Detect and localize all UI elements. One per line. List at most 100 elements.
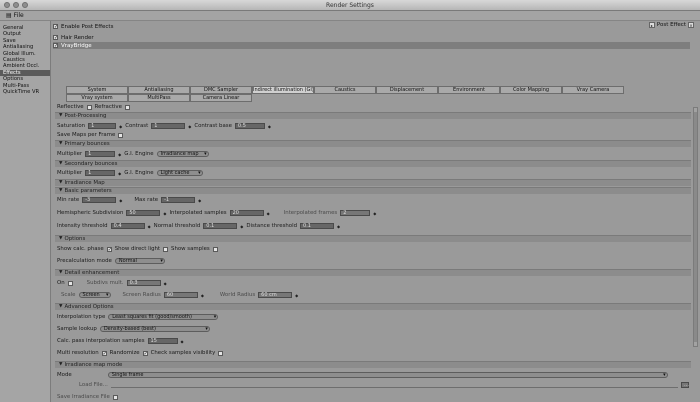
subdivs-mult-spinner-icon[interactable]: ◆: [164, 281, 167, 286]
gi-settings-panel: Reflective Refractive ▼ Post-Processing …: [53, 103, 693, 402]
hair-render-checkbox[interactable]: [53, 35, 58, 40]
interp-type-dropdown[interactable]: Least squares fit (good/smooth): [108, 314, 219, 320]
post-effect-menu[interactable]: ▸ Post Effect ×: [648, 22, 694, 28]
tab-camera-linear[interactable]: Camera Linear: [190, 94, 252, 102]
irradiance-map-header[interactable]: ▼ Irradiance Map: [55, 179, 691, 186]
effect-item-hair-render[interactable]: Hair Render: [53, 34, 690, 41]
multi-res-row: Multi resolution Randomize Check samples…: [57, 349, 224, 357]
saturation-spinner-icon[interactable]: ◆: [119, 124, 122, 129]
enable-post-effects-row[interactable]: Enable Post Effects: [53, 23, 690, 30]
contrast-spinner-icon[interactable]: ◆: [188, 124, 191, 129]
detail-enhancement-header[interactable]: ▼ Detail enhancement: [55, 269, 691, 276]
multiplier-label: Multiplier: [57, 170, 83, 176]
subdivs-mult-field[interactable]: 0.3: [126, 280, 161, 286]
post-processing-header[interactable]: ▼ Post-Processing: [55, 112, 691, 119]
calc-pass-field[interactable]: 15: [147, 338, 178, 344]
max-rate-field[interactable]: -1: [161, 197, 196, 203]
max-rate-spinner-icon[interactable]: ◆: [198, 198, 201, 203]
load-file-path[interactable]: [110, 383, 678, 388]
show-direct-checkbox[interactable]: [163, 246, 169, 252]
scale-dropdown[interactable]: Screen: [78, 292, 111, 298]
secondary-engine-dropdown[interactable]: Light cache: [156, 170, 203, 176]
advanced-options-header[interactable]: ▼ Advanced Options: [55, 303, 691, 310]
calc-pass-spinner-icon[interactable]: ◆: [181, 339, 184, 344]
tab-multipass[interactable]: MultiPass: [128, 94, 190, 102]
vraybridge-checkbox[interactable]: [53, 43, 58, 48]
expand-triangle-icon: ▼: [59, 180, 63, 185]
scrollbar-thumb[interactable]: [694, 112, 697, 342]
intensity-threshold-field[interactable]: 0.4: [110, 223, 145, 229]
basic-parameters-header[interactable]: ▼ Basic parameters: [55, 187, 691, 194]
tab-dmc-sampler[interactable]: DMC Sampler: [190, 86, 252, 94]
check-vis-checkbox[interactable]: [218, 350, 224, 356]
tab-color-mapping[interactable]: Color Mapping: [500, 86, 562, 94]
world-radius-spinner-icon[interactable]: ◆: [295, 293, 298, 298]
secondary-multiplier-field[interactable]: 1: [85, 170, 116, 176]
hsph-field[interactable]: 50: [126, 210, 161, 216]
show-samples-checkbox[interactable]: [212, 246, 218, 252]
detail-on-row: On Subdivs mult. 0.3 ◆: [57, 279, 167, 287]
save-maps-checkbox[interactable]: [118, 132, 124, 138]
tab-indirect-illumination[interactable]: Indirect illumination (GI): [252, 86, 314, 94]
expand-triangle-icon: ▼: [59, 188, 63, 193]
normal-threshold-field[interactable]: 0.1: [203, 223, 238, 229]
tab-caustics[interactable]: Caustics: [314, 86, 376, 94]
interp-frames-field[interactable]: 2: [340, 210, 371, 216]
interp-samples-field[interactable]: 20: [229, 210, 264, 216]
subdivs-mult-label: Subdivs mult.: [86, 280, 124, 286]
enable-post-effects-checkbox[interactable]: [53, 24, 58, 29]
normal-threshold-spinner-icon[interactable]: ◆: [240, 224, 243, 229]
options-header[interactable]: ▼ Options: [55, 235, 691, 242]
world-radius-field[interactable]: 60 cm: [258, 292, 293, 298]
tab-vray-system[interactable]: Vray system: [66, 94, 128, 102]
interp-samples-label: Interpolated samples: [169, 210, 227, 216]
file-menu[interactable]: ▤ File: [6, 12, 24, 19]
multi-res-checkbox[interactable]: [101, 350, 107, 356]
intensity-threshold-spinner-icon[interactable]: ◆: [148, 224, 151, 229]
hsph-spinner-icon[interactable]: ◆: [163, 211, 166, 216]
expand-triangle-icon: ▼: [59, 304, 63, 309]
precalc-mode-dropdown[interactable]: Normal: [114, 258, 165, 264]
distance-threshold-spinner-icon[interactable]: ◆: [337, 224, 340, 229]
show-calc-checkbox[interactable]: [106, 246, 112, 252]
vray-tabs: System Antialiasing DMC Sampler Indirect…: [66, 86, 686, 102]
detail-on-checkbox[interactable]: [67, 280, 73, 286]
sample-lookup-dropdown[interactable]: Density-based (best): [99, 326, 210, 332]
browse-button[interactable]: …: [681, 382, 689, 388]
randomize-label: Randomize: [109, 350, 140, 356]
tab-vray-camera[interactable]: Vray Camera: [562, 86, 624, 94]
randomize-checkbox[interactable]: [142, 350, 148, 356]
mode-dropdown[interactable]: Single frame: [107, 372, 668, 378]
min-rate-spinner-icon[interactable]: ◆: [119, 198, 122, 203]
irradiance-map-mode-header[interactable]: ▼ Irradiance map mode: [55, 361, 691, 368]
reflective-checkbox[interactable]: [86, 104, 92, 110]
effect-item-vraybridge[interactable]: VrayBridge: [53, 42, 690, 49]
contrast-base-spinner-icon[interactable]: ◆: [268, 124, 271, 129]
primary-bounces-header[interactable]: ▼ Primary bounces: [55, 140, 691, 147]
contrast-base-field[interactable]: 0.5: [234, 123, 265, 129]
refractive-checkbox[interactable]: [124, 104, 130, 110]
secondary-bounces-header[interactable]: ▼ Secondary bounces: [55, 160, 691, 167]
vertical-scrollbar[interactable]: [693, 107, 698, 347]
saturation-field[interactable]: 1: [88, 123, 117, 129]
interp-samples-spinner-icon[interactable]: ◆: [267, 211, 270, 216]
rate-row: Min rate -3 ◆ Max rate -1 ◆: [57, 196, 201, 204]
tab-antialiasing[interactable]: Antialiasing: [128, 86, 190, 94]
primary-engine-dropdown[interactable]: Irradiance map: [156, 151, 209, 157]
min-rate-field[interactable]: -3: [82, 197, 117, 203]
contrast-field[interactable]: 1: [151, 123, 186, 129]
sidebar-item-quicktime-vr[interactable]: QuickTime VR: [0, 89, 50, 95]
secondary-multiplier-spinner-icon[interactable]: ◆: [118, 171, 121, 176]
primary-multiplier-field[interactable]: 1: [85, 151, 116, 157]
tab-displacement[interactable]: Displacement: [376, 86, 438, 94]
save-file-checkbox[interactable]: [112, 394, 118, 400]
distance-threshold-field[interactable]: 0.1: [300, 223, 335, 229]
primary-multiplier-spinner-icon[interactable]: ◆: [118, 152, 121, 157]
interp-frames-spinner-icon[interactable]: ◆: [373, 211, 376, 216]
screen-radius-spinner-icon[interactable]: ◆: [201, 293, 204, 298]
tab-system[interactable]: System: [66, 86, 128, 94]
tab-environment[interactable]: Environment: [438, 86, 500, 94]
close-icon[interactable]: ×: [688, 22, 694, 28]
section-title: Secondary bounces: [64, 161, 118, 167]
screen-radius-field[interactable]: 60: [163, 292, 198, 298]
